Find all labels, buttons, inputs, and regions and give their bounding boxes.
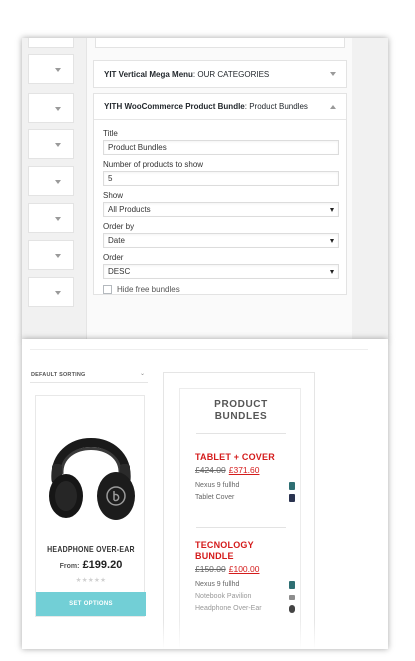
widget-name: YIT Vertical Mega Menu [104,69,193,79]
sidebar-widget-area: YIT Vertical Mega Menu: OUR CATEGORIES Y… [86,38,352,340]
bundle-product[interactable]: Nexus 9 fullhd [195,579,295,591]
notebook-thumb-icon [289,595,295,600]
bundle-widget-panel: PRODUCT BUNDLES TABLET + COVER £424.00 £3… [163,372,315,649]
orderby-select[interactable]: Date [103,233,339,248]
bundle-product[interactable]: Tablet Cover [195,492,295,504]
chevron-down-icon [55,107,61,111]
available-widget[interactable] [28,129,74,159]
product-price: From: £199.20 [36,559,146,571]
title-label: Title [103,129,118,138]
chevron-down-icon [55,143,61,147]
chevron-down-icon [55,180,61,184]
widget-form: Title Product Bundles Number of products… [94,120,346,294]
divider [196,433,286,434]
set-options-button[interactable]: SET OPTIONS [36,592,146,616]
orderby-label: Order by [103,222,135,231]
old-price: £150.00 [195,564,226,574]
hide-free-checkbox[interactable] [103,285,112,294]
headphone-image[interactable] [36,400,146,524]
chevron-down-icon [55,68,61,72]
new-price: £371.60 [228,465,260,475]
storefront-screenshot: DEFAULT SORTING ⌄ HEADPHONE OVER-EAR Fro… [22,339,388,649]
show-select-value: All Products [108,205,151,214]
hide-free-label: Hide free bundles [117,285,180,294]
chevron-down-icon[interactable] [330,72,336,76]
tablet-thumb-icon [289,482,295,490]
widget-box-top [28,38,74,48]
dropdown-arrow-icon [330,239,334,243]
fade-overlay [22,621,388,649]
show-select[interactable]: All Products [103,202,339,217]
product-name[interactable]: HEADPHONE OVER-EAR [46,544,136,554]
new-price: £100.00 [228,564,260,574]
orderby-select-value: Date [108,236,125,245]
dropdown-arrow-icon [330,270,334,274]
divider [30,382,148,383]
available-widget[interactable] [28,54,74,84]
chevron-down-icon [55,254,61,258]
available-widget[interactable] [28,166,74,196]
available-widget[interactable] [28,277,74,307]
old-price: £424.00 [195,465,226,475]
bundle-product[interactable]: Notebook Pavilion [195,591,295,603]
widget-title: PRODUCT BUNDLES [214,399,268,422]
hide-free-row: Hide free bundles [103,285,337,294]
order-select-value: DESC [108,267,131,276]
divider [30,349,368,350]
divider [196,527,286,528]
chevron-up-icon[interactable] [330,105,336,109]
available-widget[interactable] [28,93,74,123]
bundle-product[interactable]: Headphone Over-Ear [195,603,295,615]
bundle-product[interactable]: Nexus 9 fullhd [195,480,295,492]
widget-mega-menu[interactable]: YIT Vertical Mega Menu: OUR CATEGORIES [93,60,347,88]
order-select[interactable]: DESC [103,264,339,279]
bundle-item: TECNOLOGY BUNDLE £150.00 £100.00 Nexus 9 … [195,540,295,615]
widget-header[interactable]: YITH WooCommerce Product Bundle: Product… [94,94,346,120]
count-input[interactable]: 5 [103,171,339,186]
widget-product-bundle: YITH WooCommerce Product Bundle: Product… [93,93,347,295]
sorting-select[interactable]: DEFAULT SORTING [31,372,86,378]
bundle-price: £424.00 £371.60 [195,465,295,475]
product-card: HEADPHONE OVER-EAR From: £199.20 ★★★★★ S… [35,395,146,617]
rating-stars: ★★★★★ [75,577,107,584]
headphone-thumb-icon [289,605,295,613]
show-label: Show [103,191,124,200]
chevron-down-icon [55,217,61,221]
bundle-item: TABLET + COVER £424.00 £371.60 Nexus 9 fu… [195,452,295,504]
widget-name: YITH WooCommerce Product Bundle [104,102,245,111]
available-widget[interactable] [28,240,74,270]
chevron-down-icon[interactable]: ⌄ [140,370,145,377]
widget-box-top [95,38,345,48]
chevron-down-icon [55,291,61,295]
bundle-name[interactable]: TECNOLOGY BUNDLE [195,540,295,562]
bundle-price: £150.00 £100.00 [195,564,295,574]
cover-thumb-icon [289,494,295,502]
dropdown-arrow-icon [330,208,334,212]
widget-title: Product Bundles [249,102,308,111]
bundle-name[interactable]: TABLET + COVER [195,452,295,463]
bundle-widget: PRODUCT BUNDLES TABLET + COVER £424.00 £3… [179,388,301,649]
order-label: Order [103,253,124,262]
widget-title: OUR CATEGORIES [197,69,270,79]
title-input[interactable]: Product Bundles [103,140,339,155]
tablet-thumb-icon [289,581,295,589]
available-widget[interactable] [28,203,74,233]
admin-widgets-screenshot: YIT Vertical Mega Menu: OUR CATEGORIES Y… [22,38,388,340]
price-prefix: From: [59,563,80,570]
price-value: £199.20 [82,559,123,571]
count-label: Number of products to show [103,160,204,169]
widget-header[interactable]: YIT Vertical Mega Menu: OUR CATEGORIES [94,61,346,87]
